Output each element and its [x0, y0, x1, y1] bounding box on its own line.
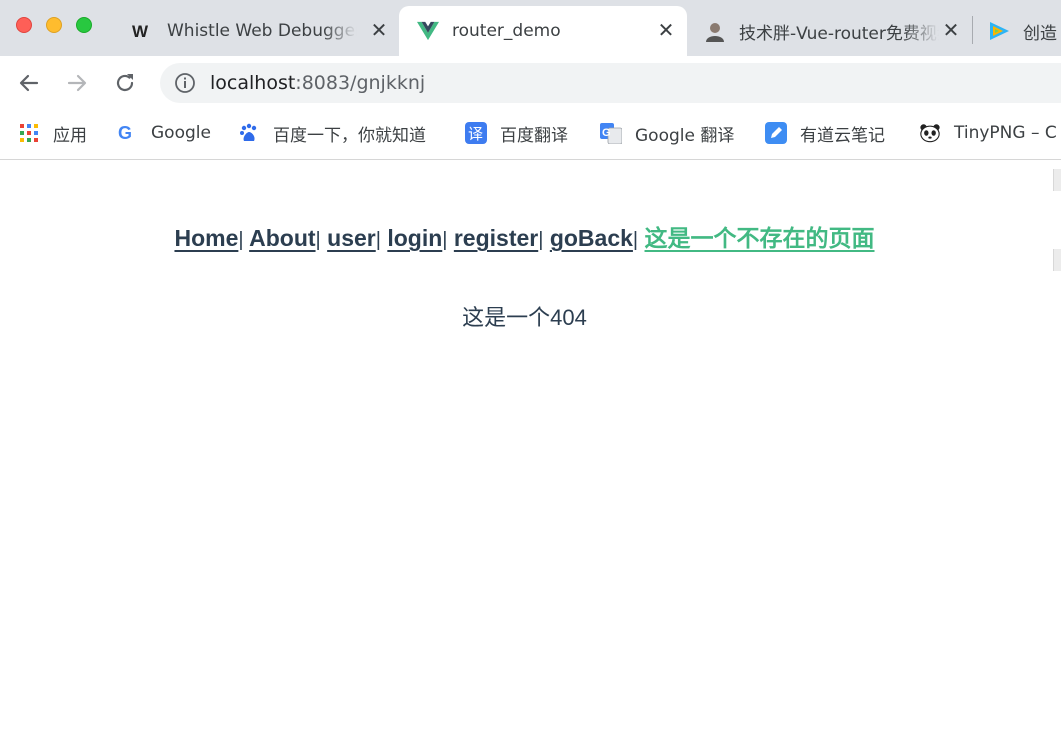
bookmark-tinypng[interactable]: TinyPNG – C	[919, 119, 1057, 147]
nav-separator: |	[442, 229, 448, 251]
svg-text:译: 译	[468, 125, 483, 143]
scrollbar-marker[interactable]	[1053, 249, 1061, 271]
bookmarks-bar: 应用 G Google 百度一下，你就知道 译 百度翻译 G Google 翻译…	[0, 110, 1061, 160]
google-icon: G	[116, 122, 138, 144]
nav-link-login[interactable]: login	[387, 225, 442, 251]
router-nav: Home| About| user| login| register| goBa…	[0, 219, 1049, 253]
tab-whistle[interactable]: W Whistle Web Debugger ✕	[124, 6, 400, 56]
nav-link-register[interactable]: register	[454, 225, 538, 251]
close-icon[interactable]: ✕	[655, 19, 677, 41]
svg-text:G: G	[602, 127, 611, 139]
nav-separator: |	[538, 229, 544, 251]
youdao-note-icon	[765, 122, 787, 144]
tab-title: router_demo	[452, 21, 561, 41]
bookmark-label: 百度一下，你就知道	[273, 125, 426, 146]
bookmark-youdao-note[interactable]: 有道云笔记	[765, 119, 885, 147]
baidu-icon	[238, 122, 260, 144]
nav-separator: |	[375, 229, 381, 251]
bookmark-apps[interactable]: 应用	[18, 119, 87, 147]
nav-link-home[interactable]: Home	[174, 225, 238, 251]
nav-link-user[interactable]: user	[327, 225, 376, 251]
bookmark-label: Google	[151, 123, 211, 143]
nav-link-goback[interactable]: goBack	[550, 225, 633, 251]
bookmark-label: 应用	[53, 125, 87, 146]
avatar-icon	[704, 20, 726, 42]
url-text[interactable]: localhost:8083/gnjkknj	[210, 72, 425, 94]
bookmark-label: TinyPNG – C	[954, 123, 1057, 143]
whistle-icon: W	[132, 20, 154, 42]
nav-link-not-found[interactable]: 这是一个不存在的页面	[645, 225, 875, 251]
reload-button[interactable]	[110, 68, 140, 98]
tencent-video-icon	[988, 20, 1010, 42]
tab-separator	[972, 16, 973, 44]
arrow-left-icon	[19, 74, 39, 92]
zoom-window-button[interactable]	[76, 17, 92, 33]
svg-text:W: W	[132, 22, 149, 41]
bookmark-baidu[interactable]: 百度一下，你就知道	[238, 119, 426, 147]
tab-title: Whistle Web Debugger	[167, 21, 357, 41]
tab-tencent-video[interactable]: 创造	[980, 6, 1061, 56]
nav-separator: |	[315, 229, 321, 251]
bookmark-label: Google 翻译	[635, 125, 735, 146]
tab-strip: W Whistle Web Debugger ✕ router_demo ✕ 技…	[0, 0, 1061, 56]
forward-button[interactable]	[62, 68, 92, 98]
bookmark-label: 百度翻译	[500, 125, 568, 146]
nav-separator: |	[238, 229, 244, 251]
tab-title: 技术胖-Vue-router免费视频教程	[739, 23, 939, 44]
nav-link-about[interactable]: About	[249, 225, 315, 251]
info-icon[interactable]	[174, 72, 196, 94]
arrow-right-icon	[67, 74, 87, 92]
not-found-message: 这是一个404	[462, 305, 587, 330]
reload-icon	[116, 74, 134, 92]
tab-title: 创造	[1023, 23, 1057, 44]
apps-grid-icon	[18, 122, 40, 144]
page-content: Home| About| user| login| register| goBa…	[0, 161, 1061, 741]
back-button[interactable]	[14, 68, 44, 98]
tinypng-panda-icon	[919, 122, 941, 144]
bookmark-google-translate[interactable]: G Google 翻译	[600, 119, 734, 147]
address-bar[interactable]: localhost:8083/gnjkknj	[160, 63, 1061, 103]
bookmark-label: 有道云笔记	[800, 125, 885, 146]
vue-icon	[417, 20, 439, 42]
baidu-translate-icon: 译	[465, 122, 487, 144]
url-host: localhost	[210, 72, 296, 94]
tab-vue-router-tutorial[interactable]: 技术胖-Vue-router免费视频教程 ✕	[692, 6, 972, 56]
browser-toolbar: localhost:8083/gnjkknj	[0, 56, 1061, 110]
tab-router-demo[interactable]: router_demo ✕	[399, 6, 687, 56]
bookmark-google[interactable]: G Google	[116, 119, 211, 147]
bookmark-baidu-translate[interactable]: 译 百度翻译	[465, 119, 568, 147]
close-window-button[interactable]	[16, 17, 32, 33]
url-path: :8083/gnjkknj	[295, 72, 426, 94]
close-icon[interactable]: ✕	[368, 19, 390, 41]
minimize-window-button[interactable]	[46, 17, 62, 33]
scrollbar-marker[interactable]	[1053, 169, 1061, 191]
google-translate-icon: G	[600, 122, 622, 144]
close-icon[interactable]: ✕	[940, 19, 962, 41]
nav-separator: |	[632, 229, 639, 251]
svg-text:G: G	[118, 123, 132, 143]
